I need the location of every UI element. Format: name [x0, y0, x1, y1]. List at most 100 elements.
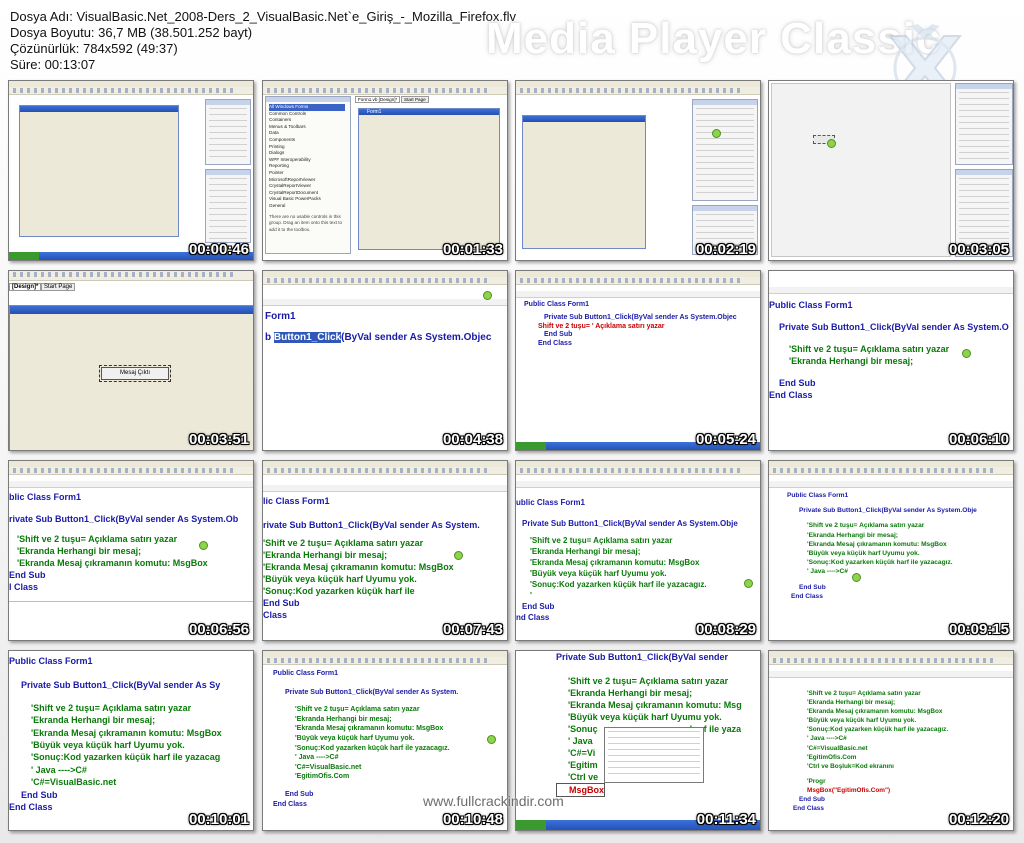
code-line: 'Sonuç:Kod yazarken küçük harf ile yazac…: [295, 744, 450, 752]
code-line: Public Class Form1: [9, 656, 93, 666]
code-line: Private Sub Button1_Click(ByVal sender A…: [21, 680, 221, 691]
code-line: 'Shift ve 2 tuşu= Açıklama satırı yazar: [807, 522, 925, 530]
code-line: 'Ekranda Mesaj çıkramanın komutu: MsgBox: [31, 727, 222, 738]
thumbnail-timestamp: 00:10:48: [442, 811, 503, 828]
toolbox-item[interactable]: Containers: [269, 117, 345, 124]
thumbnail-1[interactable]: 00:00:46: [8, 80, 254, 261]
thumbnail-3[interactable]: 00:02:19: [515, 80, 761, 261]
thumbnail-12[interactable]: Public Class Form1 Private Sub Button1_C…: [768, 460, 1014, 641]
solution-explorer-panel: [205, 99, 251, 165]
thumbnail-timestamp: 00:03:05: [948, 241, 1009, 258]
code-editor[interactable]: 'Shift ve 2 tuşu= Açıklama satırı yazar …: [793, 689, 949, 813]
tab-start-page[interactable]: Start Page: [41, 283, 76, 291]
code-line: ': [530, 591, 532, 600]
code-editor[interactable]: lic Class Form1 rivate Sub Button1_Click…: [263, 495, 480, 621]
code-line: Private Sub Button1_Click(ByVal sender A…: [799, 507, 977, 515]
code-line: Public Class Form1: [524, 301, 589, 308]
code-editor[interactable]: Public Class Form1 Private Sub Button1_C…: [787, 491, 977, 601]
thumbnail-16[interactable]: 'Shift ve 2 tuşu= Açıklama satırı yazar …: [768, 650, 1014, 831]
code-line: Public Class Form1: [787, 492, 849, 499]
thumbnail-6[interactable]: Form1 b Button1_Click(ByVal sender As Sy…: [262, 270, 508, 451]
code-line: 'C#=VisualBasic.net: [295, 763, 362, 771]
toolbox-item[interactable]: Components: [269, 137, 345, 144]
code-line: End Sub: [21, 789, 58, 800]
code-editor-dropdowns[interactable]: [516, 291, 760, 298]
solution-explorer-panel: [955, 83, 1013, 165]
code-line: ' Java ---->C#: [295, 754, 339, 762]
ide-toolbar: [516, 467, 760, 475]
thumbnail-10[interactable]: lic Class Form1 rivate Sub Button1_Click…: [262, 460, 508, 641]
code-line: 'Shift ve 2 tuşu= Açıklama satırı yazar: [789, 344, 950, 354]
code-line: End Class: [538, 340, 572, 347]
code-line: 'Sonuç:Kod yazarken küçük harf ile yazac…: [807, 726, 949, 734]
code-editor[interactable]: Public Class Form1 Private Sub Button1_C…: [769, 299, 1009, 401]
code-editor-dropdowns[interactable]: [263, 485, 507, 492]
code-line: Form1: [265, 311, 296, 322]
code-line: ublic Class Form1: [516, 498, 585, 507]
code-line: 'Ekranda Mesaj çıkramanın komutu: MsgBox: [17, 558, 208, 568]
thumbnail-9[interactable]: blic Class Form1 rivate Sub Button1_Clic…: [8, 460, 254, 641]
toolbox-item[interactable]: Visual Basic PowerPacks: [269, 196, 345, 203]
intellisense-popup[interactable]: [604, 727, 704, 783]
code-editor-dropdowns[interactable]: [769, 671, 1013, 678]
code-editor-dropdowns[interactable]: [769, 481, 1013, 488]
mesaj-button-control[interactable]: Mesaj Çıktı: [99, 365, 171, 382]
code-line: End Sub: [799, 583, 826, 591]
toolbox-item[interactable]: Dialogs: [269, 150, 345, 157]
thumbnail-7[interactable]: Public Class Form1 Private Sub Button1_C…: [515, 270, 761, 451]
toolbox-item[interactable]: All Windows Forms: [269, 104, 345, 111]
ide-toolbar: [516, 87, 760, 95]
form-caption: Form1: [367, 109, 382, 115]
code-line: 'Ekranda Mesaj çıkramanın komutu: Msg: [568, 700, 742, 710]
code-line: 'Ekranda Herhangi bir mesaj;: [807, 699, 896, 707]
thumbnail-13[interactable]: Public Class Form1 Private Sub Button1_C…: [8, 650, 254, 831]
code-editor-dropdowns[interactable]: [769, 287, 1013, 294]
code-line: lic Class Form1: [263, 496, 330, 506]
toolbox-item[interactable]: General: [269, 203, 345, 210]
code-line: 'Sonuç:Kod yazarken küçük harf ile yazac…: [31, 752, 221, 763]
code-editor[interactable]: Form1 b Button1_Click(ByVal sender As Sy…: [265, 311, 491, 344]
code-line: 'Ekranda Mesaj çıkramanın komutu: MsgBox: [807, 708, 943, 716]
code-editor-dropdowns[interactable]: [9, 481, 253, 488]
toolbox-item[interactable]: MicrosoftReportViewer: [269, 177, 345, 184]
thumbnail-2[interactable]: All Windows Forms Common Controls Contai…: [262, 80, 508, 261]
code-editor-dropdowns[interactable]: [516, 481, 760, 488]
code-line: 'Ekranda Herhangi bir mesaj;: [530, 547, 641, 556]
thumbnail-8[interactable]: Public Class Form1 Private Sub Button1_C…: [768, 270, 1014, 451]
thumbnail-timestamp: 00:10:01: [188, 811, 249, 828]
code-editor[interactable]: Public Class Form1 Private Sub Button1_C…: [273, 669, 458, 809]
ide-toolbar: [9, 271, 253, 281]
toolbox-item[interactable]: CrystalReportViewer: [269, 183, 345, 190]
code-line: End Sub: [779, 378, 816, 388]
code-line: 'Sonuç:Kod yazarken küçük harf ile: [263, 586, 415, 596]
tab-start-page[interactable]: Start Page: [401, 96, 429, 103]
code-editor[interactable]: Public Class Form1 Private Sub Button1_C…: [9, 655, 222, 813]
code-line: 'Shift ve 2 tuşu= Açıklama satırı yazar: [807, 690, 921, 697]
toolbox-item[interactable]: WPF Interoperability: [269, 157, 345, 164]
ide-toolbar: [769, 467, 1013, 475]
toolbox-item[interactable]: Common Controls: [269, 111, 345, 118]
code-editor[interactable]: ublic Class Form1 Private Sub Button1_Cl…: [516, 497, 738, 623]
thumbnail-5[interactable]: [Design]* Start Page Mesaj Çıktı 00:03:5…: [8, 270, 254, 451]
toolbox-item[interactable]: Pointer: [269, 170, 345, 177]
properties-panel: [205, 169, 251, 243]
mouse-cursor-highlight: [454, 551, 463, 560]
toolbox-item[interactable]: Printing: [269, 144, 345, 151]
code-line: 'Büyük veya küçük harf Uyumu yok.: [807, 550, 920, 558]
toolbox-item[interactable]: Data: [269, 130, 345, 137]
code-fragment: 'Sonuç: [568, 724, 598, 734]
code-line: 'Shift ve 2 tuşu= Açıklama satırı yazar: [568, 676, 729, 686]
file-name: Dosya Adı: VisualBasic.Net_2008-Ders_2_V…: [10, 9, 517, 24]
thumbnail-4[interactable]: 00:03:05: [768, 80, 1014, 261]
tab-design[interactable]: [Design]*: [9, 283, 42, 291]
toolbox-item[interactable]: Menus & Toolbars: [269, 124, 345, 131]
code-editor-dropdowns[interactable]: [263, 299, 507, 306]
code-line: Public Class Form1: [273, 670, 338, 677]
code-line: Shift ve 2 tuşu= ' Açıklama satırı yazar: [538, 322, 665, 330]
thumbnail-timestamp: 00:02:19: [695, 241, 756, 258]
thumbnail-11[interactable]: ublic Class Form1 Private Sub Button1_Cl…: [515, 460, 761, 641]
toolbox-item[interactable]: Reporting: [269, 163, 345, 170]
code-editor[interactable]: Public Class Form1 Private Sub Button1_C…: [524, 301, 737, 349]
toolbox-item[interactable]: CrystalReportDocument: [269, 190, 345, 197]
tab-form-design[interactable]: Form1.vb [Design]*: [355, 96, 401, 103]
